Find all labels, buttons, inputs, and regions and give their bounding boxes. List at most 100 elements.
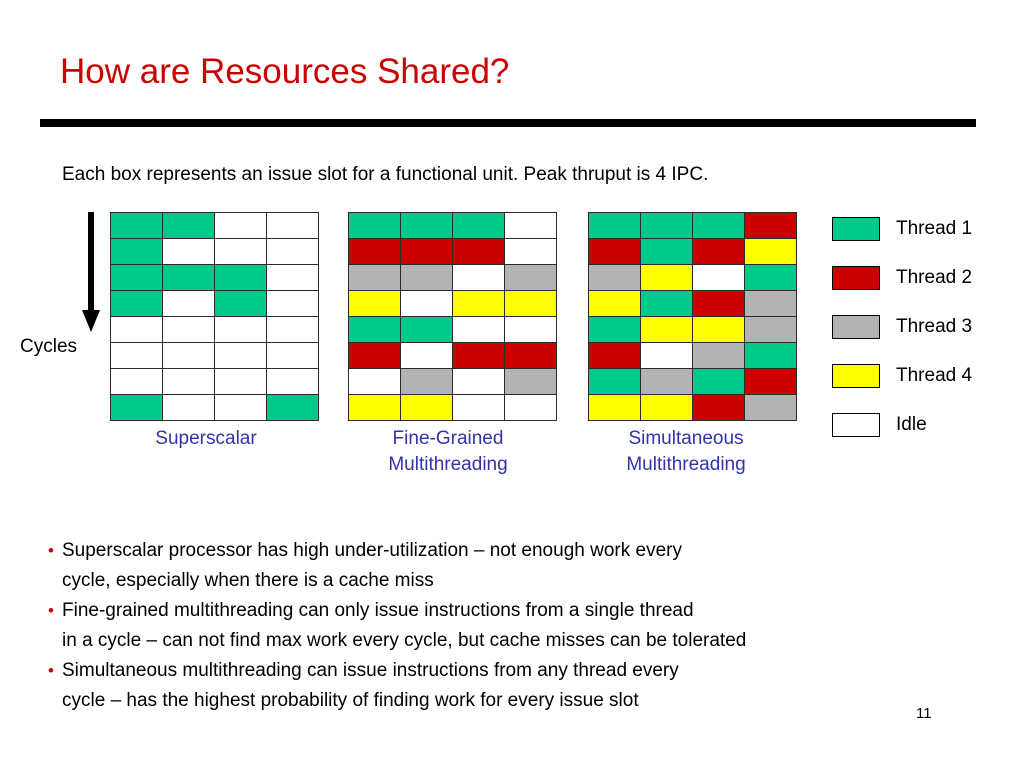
issue-slot-cell	[745, 369, 796, 394]
legend-swatch-thread4	[832, 363, 880, 388]
bullet-line-first: • Simultaneous multithreading can issue i…	[48, 656, 998, 686]
issue-slot-cell	[215, 343, 266, 368]
issue-slot-cell	[401, 343, 452, 368]
issue-slot-cell	[401, 395, 452, 420]
cycles-arrow-icon	[82, 212, 100, 332]
issue-slot-cell	[693, 343, 744, 368]
issue-slot-cell	[589, 343, 640, 368]
subtitle-text: Each box represents an issue slot for a …	[62, 164, 709, 185]
bullet-line-continued: •in a cycle – can not find max work ever…	[48, 626, 998, 656]
legend-label: Thread 2	[896, 266, 973, 288]
legend-label: Idle	[896, 413, 927, 435]
issue-slot-cell	[745, 291, 796, 316]
issue-slot-cell	[267, 239, 318, 264]
issue-slot-cell	[111, 265, 162, 290]
issue-slot-cell	[267, 213, 318, 238]
issue-slot-cell	[401, 291, 452, 316]
bullet-text: in a cycle – can not find max work every…	[62, 630, 747, 651]
issue-slot-cell	[349, 343, 400, 368]
caption-superscalar: Superscalar	[155, 428, 257, 449]
issue-slot-cell	[693, 317, 744, 342]
caption-simultaneous-multithreading: Simultaneous Multithreading	[626, 428, 746, 475]
bullet-dot-icon: •	[48, 541, 54, 560]
legend-swatch-idle	[832, 412, 880, 437]
issue-slot-cell	[349, 395, 400, 420]
issue-slot-cell	[215, 265, 266, 290]
bullet-item: • Superscalar processor has high under-ut…	[48, 536, 998, 596]
issue-slot-cell	[641, 265, 692, 290]
issue-slot-cell	[267, 291, 318, 316]
legend: Thread 1 Thread 2 Thread 3 Thread 4 Idle	[832, 216, 972, 461]
issue-slot-cell	[267, 317, 318, 342]
legend-item-thread3: Thread 3	[832, 314, 972, 339]
issue-slot-cell	[215, 395, 266, 420]
legend-item-idle: Idle	[832, 412, 972, 437]
issue-slot-cell	[641, 395, 692, 420]
legend-swatch-thread1	[832, 216, 880, 241]
issue-slot-cell	[641, 369, 692, 394]
issue-slot-cell	[349, 291, 400, 316]
issue-slot-cell	[453, 395, 504, 420]
issue-slot-cell	[215, 239, 266, 264]
caption-fine-grained: Fine-Grained Multithreading	[388, 428, 508, 475]
issue-slot-cell	[505, 395, 556, 420]
issue-slot-cell	[453, 369, 504, 394]
issue-slot-cell	[215, 291, 266, 316]
issue-slot-cell	[641, 317, 692, 342]
issue-slot-cell	[163, 395, 214, 420]
issue-slot-cell	[111, 343, 162, 368]
legend-swatch-thread2	[832, 265, 880, 290]
issue-slot-cell	[349, 317, 400, 342]
issue-slot-cell	[401, 369, 452, 394]
legend-label: Thread 1	[896, 217, 973, 239]
bullet-text: cycle, especially when there is a cache …	[62, 570, 434, 591]
bullet-line-continued: •cycle, especially when there is a cache…	[48, 566, 998, 596]
issue-slot-cell	[163, 213, 214, 238]
issue-slot-cell	[267, 343, 318, 368]
bullet-text: Superscalar processor has high under-uti…	[62, 540, 682, 561]
bullet-text: Simultaneous multithreading can issue in…	[62, 660, 679, 681]
issue-slot-cell	[641, 239, 692, 264]
issue-slot-cell	[111, 213, 162, 238]
page-number: 11	[916, 705, 932, 722]
grid-fine-grained	[348, 212, 557, 421]
issue-slot-cell	[215, 369, 266, 394]
issue-slot-cell	[745, 395, 796, 420]
issue-slot-cell	[641, 343, 692, 368]
issue-slot-cell	[453, 343, 504, 368]
issue-slot-cell	[641, 291, 692, 316]
legend-swatch-thread3	[832, 314, 880, 339]
legend-item-thread4: Thread 4	[832, 363, 972, 388]
issue-slot-cell	[163, 239, 214, 264]
issue-slot-cell	[589, 395, 640, 420]
issue-slot-cell	[163, 369, 214, 394]
issue-slot-cell	[111, 369, 162, 394]
issue-slot-cell	[267, 369, 318, 394]
legend-item-thread2: Thread 2	[832, 265, 972, 290]
issue-slot-cell	[453, 265, 504, 290]
issue-slot-cell	[745, 265, 796, 290]
issue-slot-cell	[505, 239, 556, 264]
issue-slot-cell	[693, 265, 744, 290]
issue-slot-cell	[693, 213, 744, 238]
issue-slot-cell	[163, 265, 214, 290]
issue-slot-cell	[163, 291, 214, 316]
issue-slot-cell	[745, 317, 796, 342]
issue-slot-cell	[401, 239, 452, 264]
grid-simultaneous-multithreading	[588, 212, 797, 421]
issue-slot-cell	[349, 265, 400, 290]
issue-slot-cell	[349, 239, 400, 264]
issue-slot-cell	[111, 317, 162, 342]
issue-slot-cell	[453, 239, 504, 264]
bullet-text: cycle – has the highest probability of f…	[62, 690, 639, 711]
issue-slot-cell	[589, 213, 640, 238]
issue-slot-cell	[505, 317, 556, 342]
issue-slot-cell	[589, 369, 640, 394]
legend-label: Thread 3	[896, 315, 973, 337]
bullet-item: • Simultaneous multithreading can issue i…	[48, 656, 998, 716]
bullet-line-first: • Fine-grained multithreading can only is…	[48, 596, 998, 626]
issue-slot-cell	[589, 317, 640, 342]
issue-slot-cell	[267, 265, 318, 290]
page-title: How are Resources Shared?	[60, 52, 510, 91]
issue-slot-cell	[589, 291, 640, 316]
